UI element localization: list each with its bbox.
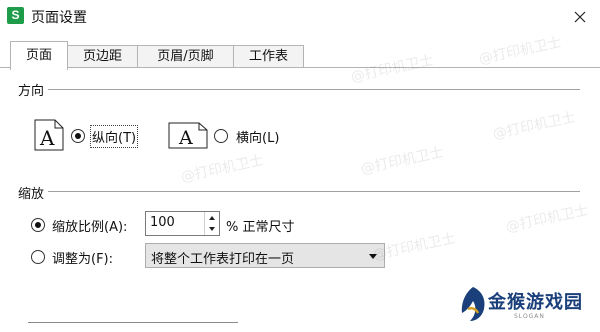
tab-page[interactable]: 页面 [10, 41, 68, 70]
svg-text:A: A [39, 126, 55, 150]
landscape-label[interactable]: 横向(L) [236, 127, 279, 146]
fit-to-dropdown[interactable]: 将整个工作表打印在一页 [145, 243, 385, 268]
bottom-divider [28, 322, 238, 323]
arrow-down-icon [209, 226, 215, 231]
scale-radio[interactable] [31, 218, 45, 232]
fit-to-label[interactable]: 调整为(F): [52, 248, 113, 267]
document-portrait-icon: A [34, 119, 64, 151]
portrait-radio[interactable] [71, 129, 85, 143]
brand-name: 金猴游戏园 [488, 292, 583, 313]
fit-to-dropdown-value: 将整个工作表打印在一页 [151, 252, 295, 267]
brand-logo: 金猴游戏园 SLOGAN [458, 283, 593, 328]
wps-spreadsheet-app-icon: S [7, 7, 24, 24]
dialog-title: 页面设置 [31, 10, 87, 26]
scale-label[interactable]: 缩放比例(A): [52, 216, 127, 235]
scaling-section-label: 缩放 [18, 183, 49, 202]
close-icon [574, 11, 586, 22]
tab-strip: 页面 页边距 页眉/页脚 工作表 [0, 41, 600, 70]
scale-percent-input[interactable]: 100 [150, 215, 175, 230]
scale-suffix-label: % 正常尺寸 [226, 220, 295, 235]
fit-to-radio[interactable] [31, 250, 45, 264]
increment-button[interactable] [205, 212, 219, 223]
portrait-label[interactable]: 纵向(T) [89, 125, 139, 148]
dropdown-arrow-icon [369, 254, 377, 259]
orientation-section-label: 方向 [18, 80, 49, 99]
close-button[interactable] [560, 0, 600, 33]
brand-subtitle: SLOGAN [514, 313, 545, 320]
tab-header-footer[interactable]: 页眉/页脚 [137, 45, 234, 69]
scaling-divider [18, 191, 580, 192]
svg-text:A: A [178, 127, 193, 149]
landscape-radio[interactable] [214, 129, 228, 143]
stepper-buttons [204, 212, 219, 235]
decrement-button[interactable] [205, 223, 219, 234]
scale-percent-stepper[interactable]: 100 [145, 211, 220, 236]
tab-margins[interactable]: 页边距 [67, 45, 138, 69]
orientation-divider [18, 89, 580, 90]
document-landscape-icon: A [168, 122, 208, 149]
arrow-up-icon [209, 215, 215, 220]
dialog-title-bar: S 页面设置 [0, 0, 600, 33]
brand-mark-icon [461, 287, 485, 321]
tab-sheet[interactable]: 工作表 [233, 45, 304, 69]
